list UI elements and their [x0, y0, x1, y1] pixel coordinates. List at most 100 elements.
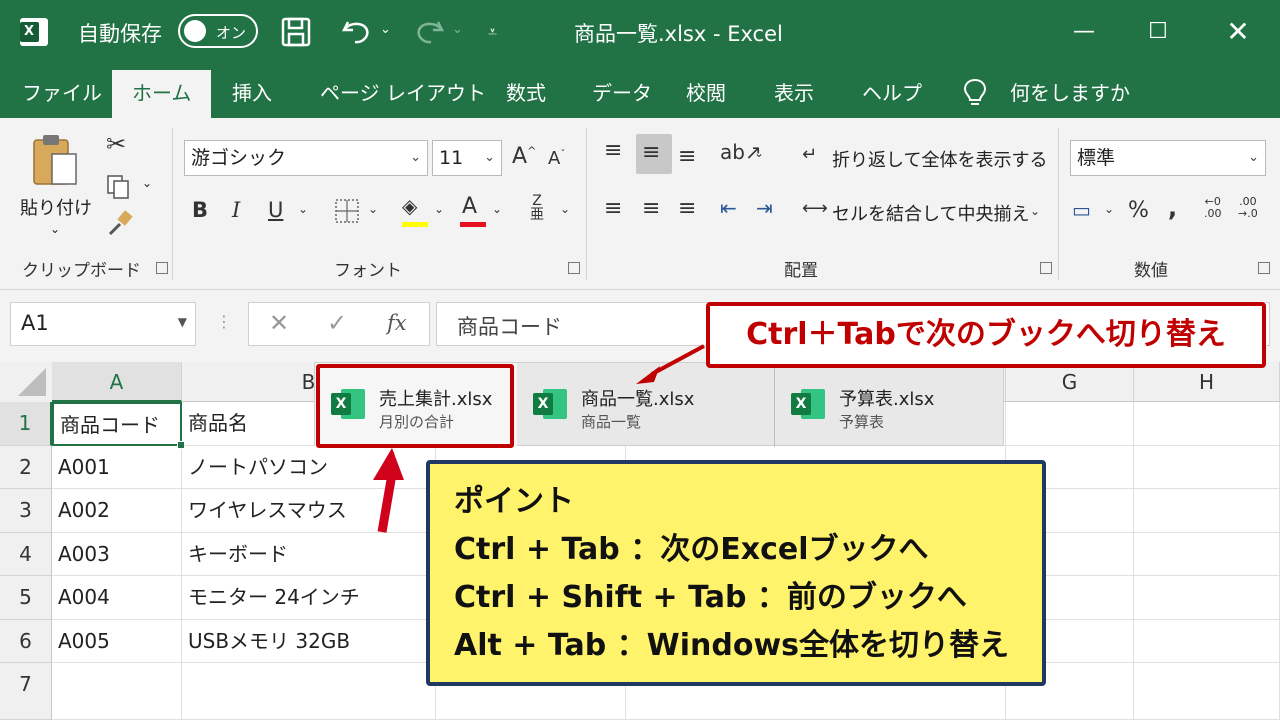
column-header-g[interactable]: G — [1006, 362, 1134, 402]
increase-decimal-icon[interactable]: ←0.00 — [1204, 196, 1222, 220]
tab-file[interactable]: ファイル — [20, 64, 104, 118]
save-icon[interactable] — [280, 16, 312, 48]
percent-icon[interactable]: % — [1128, 198, 1149, 223]
cell-b[interactable] — [182, 663, 436, 720]
redo-icon[interactable] — [412, 16, 446, 48]
cell[interactable] — [1134, 619, 1280, 663]
name-box[interactable]: A1 ▼ — [10, 302, 196, 346]
cancel-icon[interactable]: ✕ — [269, 309, 289, 337]
number-format-combo[interactable]: 標準 ⌄ — [1070, 140, 1266, 176]
font-name-combo[interactable]: 游ゴシック ⌄ — [184, 140, 428, 176]
cell-b[interactable]: キーボード — [182, 532, 436, 576]
accounting-dropdown-icon[interactable]: ⌄ — [1104, 202, 1114, 216]
cell[interactable] — [1134, 489, 1280, 533]
row-header[interactable]: 7 — [0, 663, 52, 720]
comma-style-icon[interactable]: , — [1168, 194, 1177, 222]
align-right-icon[interactable]: ≡ — [678, 196, 696, 221]
cell[interactable] — [1134, 663, 1280, 720]
cell-a[interactable]: A001 — [52, 445, 182, 489]
cell[interactable] — [1134, 445, 1280, 489]
cell-b[interactable]: ワイヤレスマウス — [182, 489, 436, 533]
decrease-font-icon[interactable]: Aˇ — [548, 148, 565, 169]
merge-center-icon[interactable]: ⟷ — [802, 198, 828, 219]
cell[interactable] — [1006, 402, 1134, 446]
borders-dropdown-icon[interactable]: ⌄ — [368, 202, 378, 216]
format-painter-icon[interactable] — [106, 210, 134, 238]
cell-b[interactable]: モニター 24インチ — [182, 576, 436, 620]
paste-icon[interactable] — [30, 132, 80, 188]
undo-dropdown-icon[interactable]: ⌄ — [380, 22, 391, 37]
font-color-dropdown-icon[interactable]: ⌄ — [492, 202, 502, 216]
align-left-icon[interactable]: ≡ — [604, 196, 622, 221]
font-size-combo[interactable]: 11 ⌄ — [432, 140, 502, 176]
phonetic-icon[interactable]: Z亜 — [530, 194, 544, 222]
tab-view[interactable]: 表示 — [772, 64, 816, 118]
tab-help[interactable]: ヘルプ — [860, 64, 924, 118]
row-header[interactable]: 3 — [0, 489, 52, 533]
decrease-decimal-icon[interactable]: .00 →.0 — [1238, 196, 1258, 220]
font-launcher-icon[interactable] — [568, 262, 580, 274]
orientation-dropdown-icon[interactable]: ⌄ — [754, 146, 764, 160]
tab-page-layout[interactable]: ページ レイアウト — [318, 64, 488, 118]
decrease-indent-icon[interactable]: ⇤ — [720, 196, 737, 220]
fill-color-icon[interactable]: ◈ — [402, 194, 417, 218]
paste-label[interactable]: 貼り付け — [20, 194, 92, 220]
cell[interactable] — [1134, 576, 1280, 620]
tab-data[interactable]: データ — [590, 64, 654, 118]
paste-dropdown-icon[interactable]: ⌄ — [50, 222, 60, 236]
tab-home[interactable]: ホーム — [112, 70, 212, 118]
fill-dropdown-icon[interactable]: ⌄ — [434, 202, 444, 216]
merge-dropdown-icon[interactable]: ⌄ — [1030, 204, 1040, 218]
copy-dropdown-icon[interactable]: ⌄ — [142, 176, 152, 190]
align-center-icon[interactable]: ≡ — [642, 196, 660, 221]
wrap-text-icon[interactable]: ↵ — [802, 144, 817, 165]
workbook-item[interactable]: 商品一覧.xlsx 商品一覧 — [517, 363, 775, 447]
row-header[interactable]: 4 — [0, 532, 52, 576]
tab-formulas[interactable]: 数式 — [504, 64, 548, 118]
row-header[interactable]: 1 — [0, 402, 52, 446]
row-header[interactable]: 2 — [0, 445, 52, 489]
tell-me-search[interactable]: 何をしますか — [1008, 64, 1132, 118]
tab-insert[interactable]: 挿入 — [230, 64, 274, 118]
column-header-h[interactable]: H — [1134, 362, 1280, 402]
wrap-text-button[interactable]: 折り返して全体を表示する — [832, 146, 1047, 172]
cut-icon[interactable]: ✂ — [106, 130, 126, 158]
cell-b[interactable]: USBメモリ 32GB — [182, 619, 436, 663]
insert-function-icon[interactable]: fx — [387, 311, 407, 335]
cell-a[interactable]: A004 — [52, 576, 182, 620]
fill-handle[interactable] — [177, 440, 185, 449]
autosave-toggle[interactable]: オン — [178, 14, 258, 48]
font-color-icon[interactable]: A — [462, 194, 477, 219]
name-box-dropdown-icon[interactable]: ▼ — [178, 315, 187, 329]
cell-a[interactable]: A002 — [52, 489, 182, 533]
copy-icon[interactable] — [106, 174, 132, 200]
cell-a[interactable] — [52, 663, 182, 720]
cell-a[interactable]: A005 — [52, 619, 182, 663]
tab-review[interactable]: 校閲 — [684, 64, 728, 118]
cell-a[interactable]: 商品コード — [52, 402, 182, 446]
phonetic-dropdown-icon[interactable]: ⌄ — [560, 202, 570, 216]
column-header-a[interactable]: A — [52, 362, 182, 402]
borders-icon[interactable] — [334, 198, 360, 224]
underline-icon[interactable]: U — [268, 198, 283, 222]
increase-font-icon[interactable]: A^ — [512, 144, 536, 169]
row-header[interactable]: 5 — [0, 576, 52, 620]
alignment-launcher-icon[interactable] — [1040, 262, 1052, 274]
increase-indent-icon[interactable]: ⇥ — [756, 196, 773, 220]
merge-center-button[interactable]: セルを結合して中央揃え — [832, 200, 1029, 226]
italic-icon[interactable]: I — [232, 198, 240, 222]
enter-icon[interactable]: ✓ — [327, 309, 347, 337]
bold-icon[interactable]: B — [192, 198, 208, 222]
cell-a[interactable]: A003 — [52, 532, 182, 576]
align-top-icon[interactable]: ≡ — [604, 138, 622, 163]
align-bottom-icon[interactable]: ≡ — [678, 144, 696, 169]
number-launcher-icon[interactable] — [1258, 262, 1270, 274]
row-header[interactable]: 6 — [0, 619, 52, 663]
select-all-button[interactable] — [0, 362, 52, 402]
cell[interactable] — [1134, 532, 1280, 576]
maximize-icon[interactable]: ☐ — [1140, 14, 1176, 50]
cell[interactable] — [1134, 402, 1280, 446]
undo-icon[interactable] — [340, 16, 374, 48]
redo-dropdown-icon[interactable]: ⌄ — [452, 22, 463, 37]
close-icon[interactable]: ✕ — [1220, 14, 1256, 50]
